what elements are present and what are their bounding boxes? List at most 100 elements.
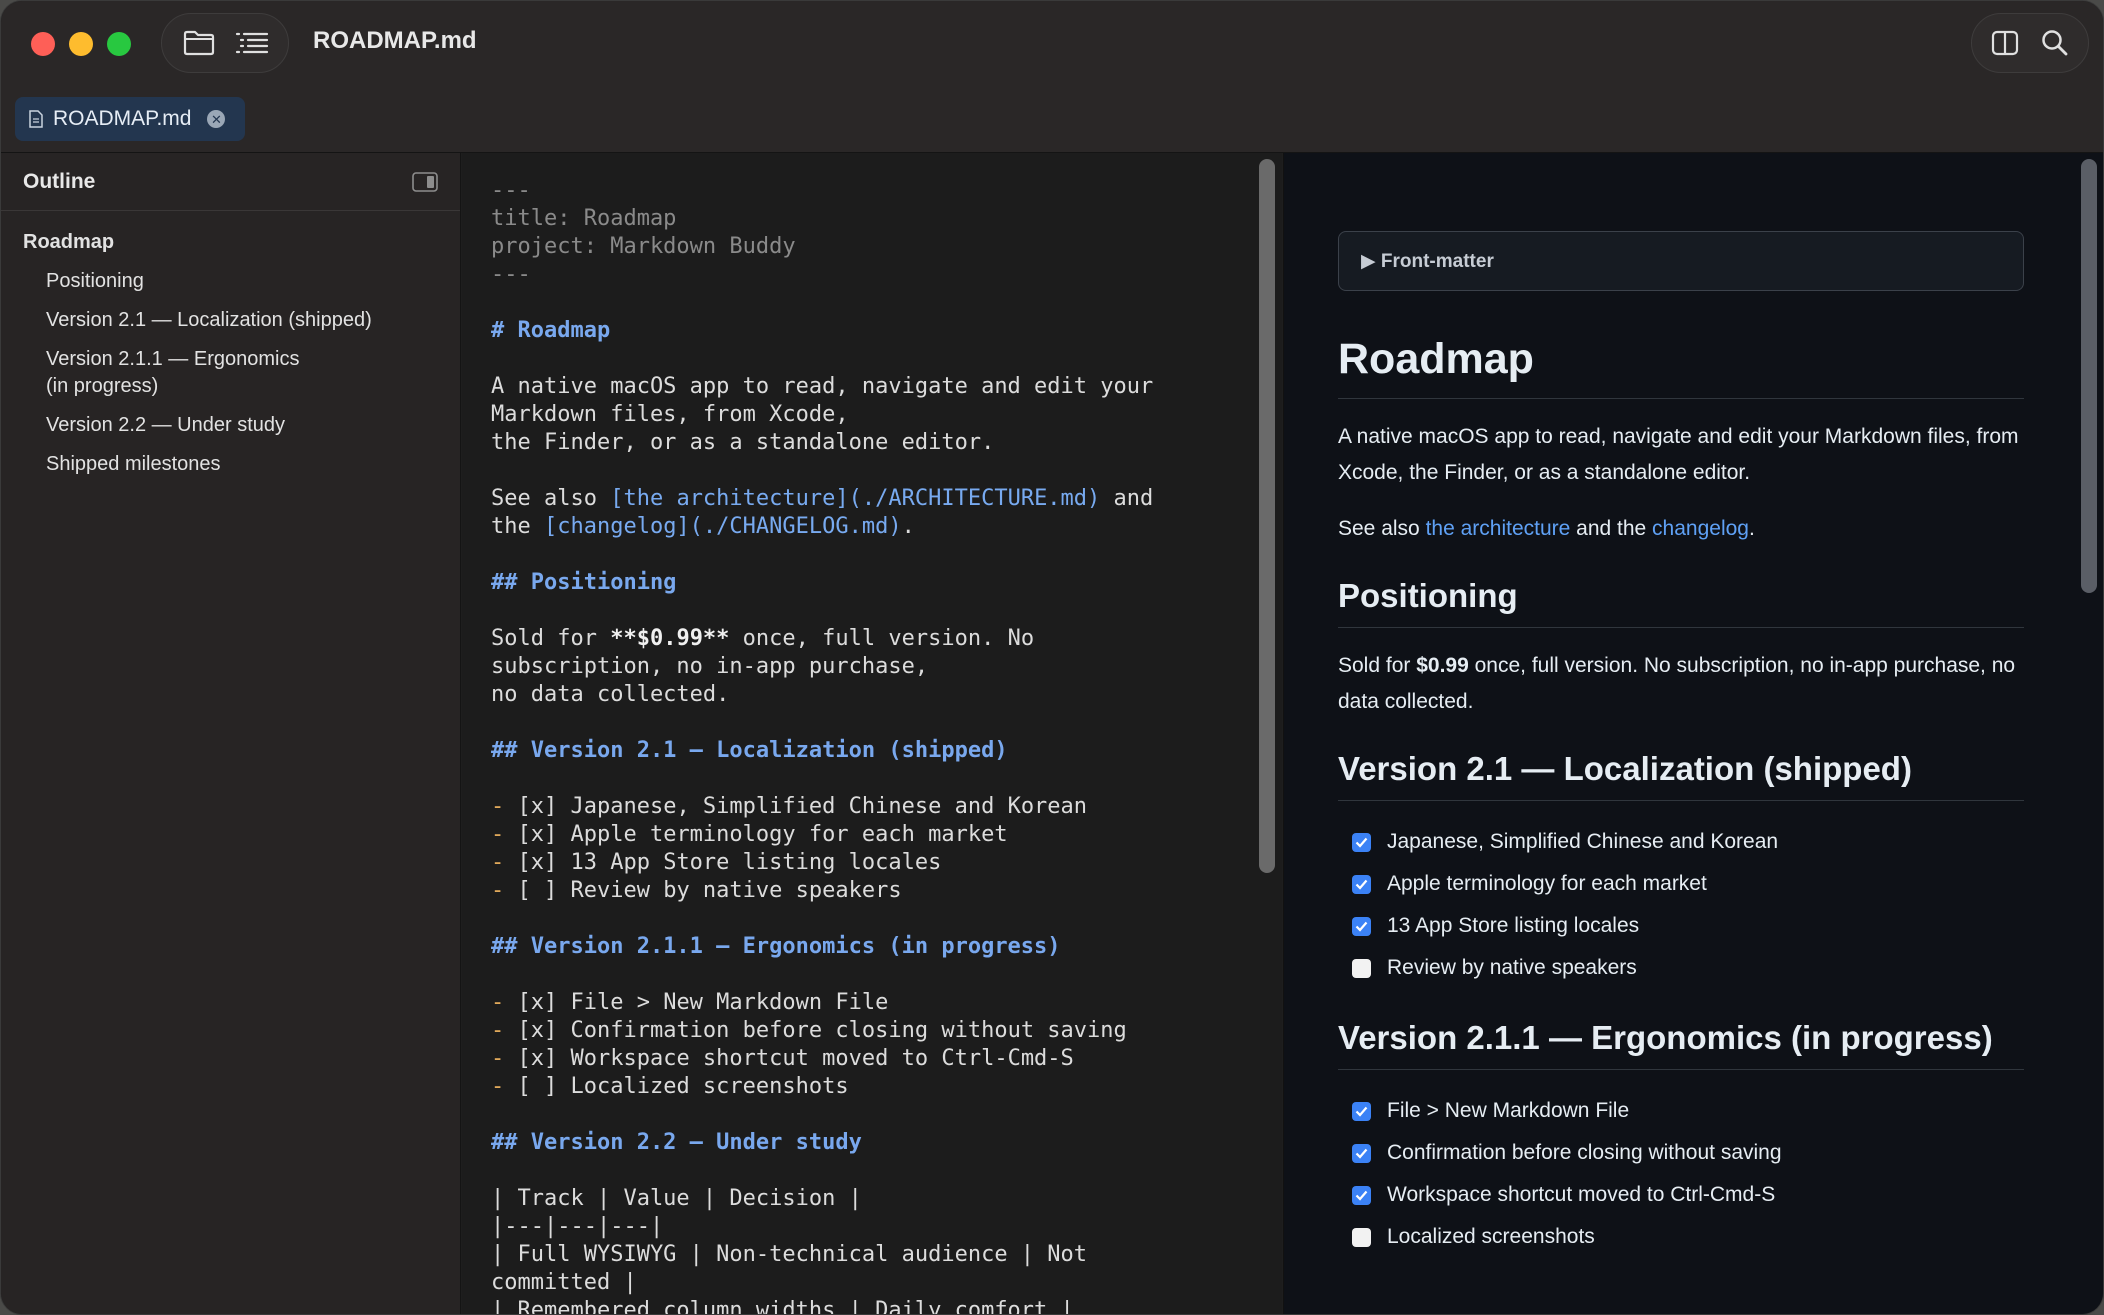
- source-bullet: -: [491, 990, 505, 1015]
- outline-item-shipped-milestones[interactable]: Shipped milestones: [1, 445, 460, 484]
- source-task: [x] Workspace shortcut moved to Ctrl-Cmd…: [517, 1046, 1074, 1071]
- source-task: [x] Apple terminology for each market: [517, 822, 1008, 847]
- sidebar-toggle-icon[interactable]: [412, 171, 438, 192]
- task-list-v21: Japanese, Simplified Chinese and Korean …: [1338, 821, 2024, 989]
- source-table-line: | Remembered column widths | Daily comfo…: [491, 1298, 1074, 1315]
- source-sold-prefix: Sold for: [491, 626, 611, 651]
- source-bullet: -: [491, 1046, 505, 1071]
- preview-h2-v211: Version 2.1.1 — Ergonomics (in progress): [1338, 1019, 2024, 1070]
- checkbox-checked[interactable]: [1352, 1101, 1371, 1121]
- checkbox-unchecked[interactable]: [1352, 1227, 1371, 1247]
- editor-source-text[interactable]: --- title: Roadmap project: Markdown Bud…: [491, 177, 1251, 1315]
- preview-scrollbar[interactable]: [2081, 159, 2097, 593]
- source-task: [x] File > New Markdown File: [517, 990, 889, 1015]
- folder-icon: [183, 30, 214, 56]
- toolbar-left-group: [161, 13, 289, 73]
- frontmatter-delimiter: ---: [491, 178, 531, 203]
- close-icon[interactable]: ✕: [207, 110, 226, 128]
- task-item: File > New Markdown File: [1338, 1090, 2024, 1132]
- task-label: 13 App Store listing locales: [1387, 914, 1640, 937]
- source-bullet: -: [491, 1074, 505, 1099]
- outline-item-version-2-1[interactable]: Version 2.1 — Localization (shipped): [1, 301, 460, 340]
- source-intro-2: Markdown files, from Xcode,: [491, 402, 849, 427]
- checkbox-checked[interactable]: [1352, 874, 1371, 894]
- task-label: Japanese, Simplified Chinese and Korean: [1387, 830, 1779, 853]
- source-table-line: | Track | Value | Decision |: [491, 1186, 862, 1211]
- checkbox-checked[interactable]: [1352, 832, 1371, 852]
- source-bullet: -: [491, 850, 505, 875]
- toolbar-right-group: [1971, 13, 2089, 73]
- markdown-editor[interactable]: --- title: Roadmap project: Markdown Bud…: [462, 153, 1282, 1315]
- preview-content: ▶ Front-matter Roadmap A native macOS ap…: [1338, 231, 2024, 1258]
- source-sold-suffix: once, full version. No: [729, 626, 1035, 651]
- outline-item-version-2-1-1[interactable]: Version 2.1.1 — Ergonomics (in progress): [1, 340, 331, 406]
- source-intro-3: the Finder, or as a standalone editor.: [491, 430, 995, 455]
- source-h2-v211: ## Version 2.1.1 — Ergonomics (in progre…: [491, 934, 1061, 959]
- source-bullet: -: [491, 794, 505, 819]
- source-h2-positioning: ## Positioning: [491, 570, 677, 595]
- split-view-button[interactable]: [1982, 20, 2028, 66]
- frontmatter-toggle[interactable]: ▶ Front-matter: [1338, 231, 2024, 291]
- document-icon: [29, 110, 43, 128]
- task-list-v211: File > New Markdown File Confirmation be…: [1338, 1090, 2024, 1258]
- source-h1: # Roadmap: [491, 318, 611, 343]
- split-view-icon: [1991, 30, 2019, 56]
- preview-sold: Sold for $0.99 once, full version. No su…: [1338, 648, 2024, 720]
- window-title: ROADMAP.md: [313, 27, 477, 54]
- sidebar-header: Outline: [1, 153, 460, 211]
- task-label: Review by native speakers: [1387, 956, 1637, 979]
- search-button[interactable]: [2032, 20, 2078, 66]
- outline-list: Roadmap Positioning Version 2.1 — Locali…: [1, 211, 460, 484]
- source-task: [x] Confirmation before closing without …: [517, 1018, 1127, 1043]
- task-label: Localized screenshots: [1387, 1225, 1595, 1248]
- source-bullet: -: [491, 822, 505, 847]
- source-table-line: committed |: [491, 1270, 637, 1295]
- task-label: Apple terminology for each market: [1387, 872, 1707, 895]
- link-changelog[interactable]: changelog: [1652, 517, 1749, 540]
- title-bar: ROADMAP.md: [1, 1, 2103, 87]
- task-item: Workspace shortcut moved to Ctrl-Cmd-S: [1338, 1174, 2024, 1216]
- task-item: 13 App Store listing locales: [1338, 905, 2024, 947]
- tab-bar: ROADMAP.md ✕: [1, 87, 2103, 153]
- link-architecture[interactable]: the architecture: [1426, 517, 1571, 540]
- see-also-prefix: See also: [1338, 517, 1426, 540]
- tab-roadmap[interactable]: ROADMAP.md ✕: [15, 97, 245, 141]
- outline-item-version-2-2[interactable]: Version 2.2 — Under study: [1, 406, 460, 445]
- see-also-end: .: [1748, 517, 1755, 540]
- sold-prefix: Sold for: [1338, 654, 1417, 677]
- editor-scrollbar[interactable]: [1259, 159, 1275, 873]
- checkbox-checked[interactable]: [1352, 1185, 1371, 1205]
- close-window-button[interactable]: [31, 32, 55, 56]
- see-also-mid: and the: [1570, 517, 1653, 540]
- zoom-window-button[interactable]: [107, 32, 131, 56]
- task-label: Confirmation before closing without savi…: [1387, 1141, 1782, 1164]
- task-item: Apple terminology for each market: [1338, 863, 2024, 905]
- task-item: Localized screenshots: [1338, 1216, 2024, 1258]
- outline-item-roadmap[interactable]: Roadmap: [1, 223, 460, 262]
- toggle-outline-button[interactable]: [229, 20, 275, 66]
- source-table-line: | Full WYSIWYG | Non-technical audience …: [491, 1242, 1088, 1267]
- checkbox-unchecked[interactable]: [1352, 958, 1371, 978]
- frontmatter-project: project: Markdown Buddy: [491, 234, 796, 259]
- preview-h2-positioning: Positioning: [1338, 577, 2024, 628]
- preview-intro: A native macOS app to read, navigate and…: [1338, 425, 2019, 484]
- source-task: [x] 13 App Store listing locales: [517, 850, 942, 875]
- task-item: Japanese, Simplified Chinese and Korean: [1338, 821, 2024, 863]
- list-outline-icon: [235, 32, 268, 54]
- frontmatter-title: title: Roadmap: [491, 206, 677, 231]
- preview-h2-v21: Version 2.1 — Localization (shipped): [1338, 750, 2024, 801]
- outline-sidebar: Outline Roadmap Positioning Version 2.1 …: [1, 153, 461, 1314]
- outline-item-positioning[interactable]: Positioning: [1, 262, 460, 301]
- source-link-changelog: [changelog](./CHANGELOG.md): [543, 514, 902, 539]
- task-item: Confirmation before closing without savi…: [1338, 1132, 2024, 1174]
- frontmatter-delimiter: ---: [491, 262, 531, 287]
- source-link-architecture: [the architecture](./ARCHITECTURE.md): [610, 486, 1101, 511]
- checkbox-checked[interactable]: [1352, 916, 1371, 936]
- minimize-window-button[interactable]: [69, 32, 93, 56]
- open-folder-button[interactable]: [176, 20, 222, 66]
- preview-see-also: See also the architecture and the change…: [1338, 511, 2024, 547]
- source-the: the: [491, 514, 544, 539]
- source-and: and: [1100, 486, 1154, 511]
- source-sold-price: **$0.99**: [610, 626, 730, 651]
- checkbox-checked[interactable]: [1352, 1143, 1371, 1163]
